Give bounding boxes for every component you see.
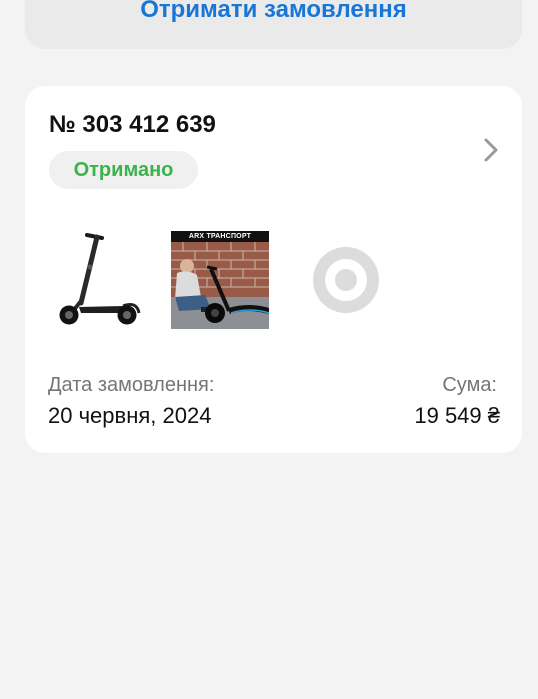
electric-scooter-image (59, 233, 141, 325)
status-badge-label: Отримано (73, 158, 174, 181)
order-date-label: Дата замовлення: (48, 374, 215, 396)
order-sum-value: 19 549 ₴ (414, 403, 500, 428)
target-placeholder-icon (313, 247, 379, 313)
get-order-button-label: Отримати замовлення (140, 0, 407, 23)
order-number: № 303 412 639 (49, 111, 216, 138)
order-card[interactable]: № 303 412 639 Отримано ARX ТРАНСПОРТ Дат… (25, 86, 522, 453)
status-badge: Отримано (49, 151, 198, 189)
promo-banner: ARX ТРАНСПОРТ (171, 231, 269, 242)
scooter-promo-image: ARX ТРАНСПОРТ (171, 231, 269, 329)
chevron-right-icon[interactable] (481, 137, 503, 163)
order-date-value: 20 червня, 2024 (48, 403, 212, 428)
order-sum-label: Сума: (442, 374, 497, 396)
get-order-button[interactable]: Отримати замовлення (25, 0, 522, 49)
